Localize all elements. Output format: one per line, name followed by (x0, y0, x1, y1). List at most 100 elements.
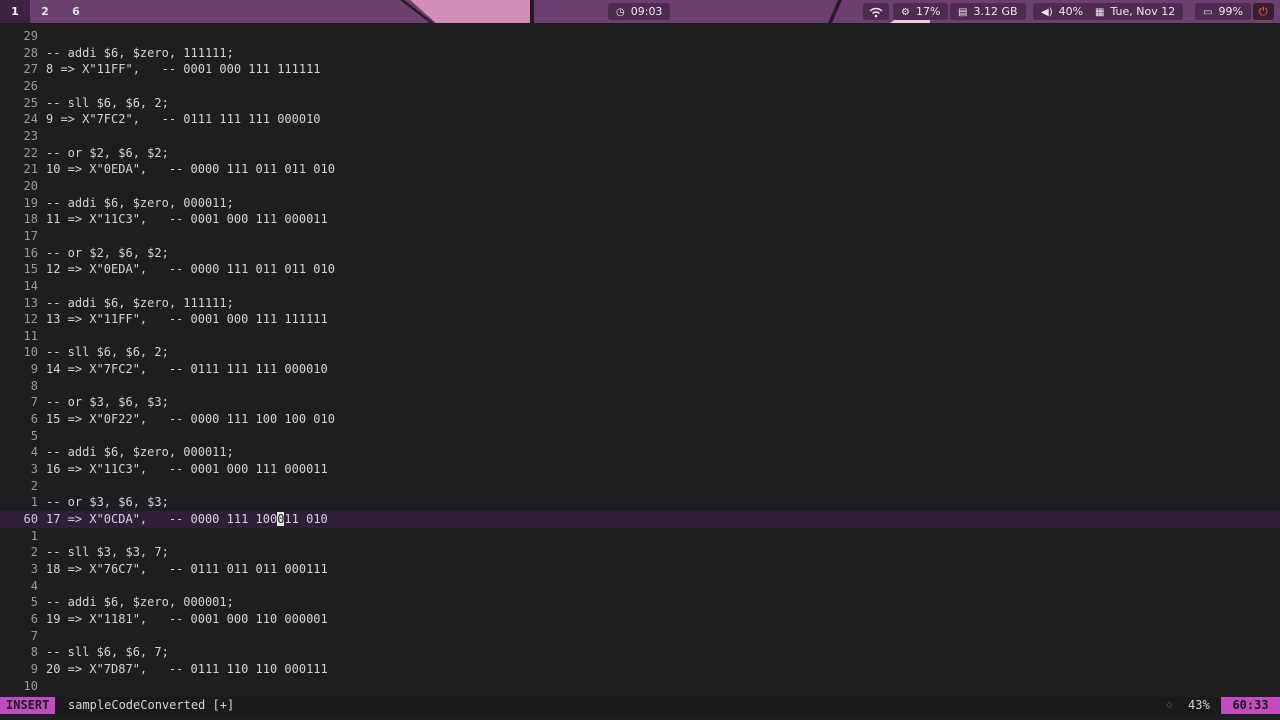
editor-line[interactable]: 8 -- sll $6, $6, 7; (0, 644, 1280, 661)
line-text[interactable]: -- or $3, $6, $3; (46, 394, 169, 411)
editor-line[interactable]: 5 (0, 428, 1280, 445)
power-pill[interactable]: ⏻ (1253, 3, 1274, 20)
code-editor[interactable]: 29 28 -- addi $6, $zero, 111111; 27 8 => X"1… (0, 28, 1280, 695)
editor-line[interactable]: 10 (0, 678, 1280, 695)
editor-line[interactable]: 7 -- or $3, $6, $3; (0, 394, 1280, 411)
editor-line[interactable]: 22 -- or $2, $6, $2; (0, 145, 1280, 162)
editor-line[interactable]: 3 16 => X"11C3", -- 0001 000 111 000011 (0, 461, 1280, 478)
line-text[interactable]: 12 => X"0EDA", -- 0000 111 011 011 010 (46, 261, 335, 278)
command-line[interactable] (0, 714, 1280, 720)
battery-icon: ▭ (1203, 7, 1213, 18)
workspace-1[interactable]: 1 (0, 0, 30, 23)
editor-line[interactable]: 11 (0, 328, 1280, 345)
line-number: 8 (30, 645, 38, 660)
line-text[interactable]: 17 => X"0CDA", -- 0000 111 100011 010 (46, 511, 328, 528)
wifi-pill[interactable] (863, 3, 889, 20)
editor-line[interactable]: 18 11 => X"11C3", -- 0001 000 111 000011 (0, 211, 1280, 228)
editor-line[interactable]: 4 (0, 578, 1280, 595)
clock-pill[interactable]: ◷ 09:03 (608, 3, 671, 20)
editor-line[interactable]: 25 -- sll $6, $6, 2; (0, 95, 1280, 112)
editor-line[interactable]: 1 -- or $3, $6, $3; (0, 494, 1280, 511)
line-text[interactable]: 18 => X"76C7", -- 0111 011 011 000111 (46, 561, 328, 578)
editor-line[interactable]: 28 -- addi $6, $zero, 111111; (0, 45, 1280, 62)
text-after-cursor: 11 010 (284, 512, 328, 527)
editor-line[interactable]: 2 -- sll $3, $3, 7; (0, 544, 1280, 561)
editor-line[interactable]: 9 14 => X"7FC2", -- 0111 111 111 000010 (0, 361, 1280, 378)
line-text[interactable]: -- addi $6, $zero, 000011; (46, 444, 234, 461)
line-text[interactable]: 14 => X"7FC2", -- 0111 111 111 000010 (46, 361, 328, 378)
editor-line[interactable]: 21 10 => X"0EDA", -- 0000 111 011 011 010 (0, 161, 1280, 178)
line-number: 2 (30, 478, 38, 493)
line-text[interactable]: -- addi $6, $zero, 000001; (46, 594, 234, 611)
volume-pill[interactable]: ◀) 40% (1033, 3, 1092, 20)
line-text[interactable]: -- or $2, $6, $2; (46, 245, 169, 262)
line-number: 9 (30, 362, 38, 377)
editor-line[interactable]: 8 (0, 378, 1280, 395)
line-text[interactable]: 8 => X"11FF", -- 0001 000 111 111111 (46, 61, 321, 78)
editor-line[interactable]: 1 (0, 528, 1280, 545)
editor-line[interactable]: 16 -- or $2, $6, $2; (0, 245, 1280, 262)
line-text[interactable]: -- addi $6, $zero, 111111; (46, 295, 234, 312)
workspace-6[interactable]: 6 (61, 0, 91, 23)
editor-line[interactable]: 15 12 => X"0EDA", -- 0000 111 011 011 010 (0, 261, 1280, 278)
editor-line[interactable]: 26 (0, 78, 1280, 95)
memory-pill[interactable]: ▤ 3.12 GB (950, 3, 1026, 20)
battery-pill[interactable]: ▭ 99% (1195, 3, 1251, 20)
line-text[interactable]: 13 => X"11FF", -- 0001 000 111 111111 (46, 311, 328, 328)
cpu-text: 17% (915, 5, 941, 18)
line-text[interactable]: -- addi $6, $zero, 000011; (46, 195, 234, 212)
workspace-2[interactable]: 2 (30, 0, 60, 23)
line-number: 19 (23, 195, 38, 210)
editor-line[interactable]: 9 20 => X"7D87", -- 0111 110 110 000111 (0, 661, 1280, 678)
line-number: 1 (30, 528, 38, 543)
editor-line[interactable]: 4 -- addi $6, $zero, 000011; (0, 444, 1280, 461)
line-text[interactable]: -- or $2, $6, $2; (46, 145, 169, 162)
line-text[interactable]: -- sll $6, $6, 2; (46, 344, 169, 361)
editor-line[interactable]: 20 (0, 178, 1280, 195)
line-number: 11 (23, 328, 38, 343)
editor-line[interactable]: 23 (0, 128, 1280, 145)
editor-line[interactable]: 14 (0, 278, 1280, 295)
line-number: 26 (23, 78, 38, 93)
line-number: 10 (23, 345, 38, 360)
line-text[interactable]: 11 => X"11C3", -- 0001 000 111 000011 (46, 211, 328, 228)
line-text[interactable]: 9 => X"7FC2", -- 0111 111 111 000010 (46, 111, 321, 128)
editor-line[interactable]: 2 (0, 478, 1280, 495)
line-number: 5 (30, 595, 38, 610)
editor-line[interactable]: 6 15 => X"0F22", -- 0000 111 100 100 010 (0, 411, 1280, 428)
date-pill[interactable]: ▦ Tue, Nov 12 (1087, 3, 1184, 20)
editor-line[interactable]: 5 -- addi $6, $zero, 000001; (0, 594, 1280, 611)
battery-text: 99% (1218, 5, 1243, 18)
line-number: 4 (30, 445, 38, 460)
editor-line[interactable]: 17 (0, 228, 1280, 245)
line-text[interactable]: -- sll $6, $6, 7; (46, 644, 169, 661)
editor-line[interactable]: 19 -- addi $6, $zero, 000011; (0, 195, 1280, 212)
editor-line[interactable]: 29 (0, 28, 1280, 45)
editor-line[interactable]: 24 9 => X"7FC2", -- 0111 111 111 000010 (0, 111, 1280, 128)
line-text[interactable]: 15 => X"0F22", -- 0000 111 100 100 010 (46, 411, 335, 428)
line-text[interactable]: -- sll $6, $6, 2; (46, 95, 169, 112)
editor-line-current[interactable]: 60 17 => X"0CDA", -- 0000 111 100011 010 (0, 511, 1280, 528)
editor-line[interactable]: 3 18 => X"76C7", -- 0111 011 011 000111 (0, 561, 1280, 578)
line-text[interactable]: 19 => X"1181", -- 0001 000 110 000001 (46, 611, 328, 628)
line-text[interactable]: -- sll $3, $3, 7; (46, 544, 169, 561)
line-number: 25 (23, 95, 38, 110)
line-number: 7 (30, 395, 38, 410)
editor-line[interactable]: 7 (0, 628, 1280, 645)
cpu-pill[interactable]: ⚙ 17% (893, 3, 949, 20)
volume-text: 40% (1058, 5, 1084, 18)
line-number: 16 (23, 245, 38, 260)
editor-line[interactable]: 13 -- addi $6, $zero, 111111; (0, 295, 1280, 312)
line-text[interactable]: 20 => X"7D87", -- 0111 110 110 000111 (46, 661, 328, 678)
line-number: 2 (30, 545, 38, 560)
line-text[interactable]: -- or $3, $6, $3; (46, 494, 169, 511)
line-text[interactable]: 10 => X"0EDA", -- 0000 111 011 011 010 (46, 161, 335, 178)
line-number: 15 (23, 262, 38, 277)
editor-line[interactable]: 6 19 => X"1181", -- 0001 000 110 000001 (0, 611, 1280, 628)
line-number: 24 (23, 112, 38, 127)
editor-line[interactable]: 27 8 => X"11FF", -- 0001 000 111 111111 (0, 61, 1280, 78)
line-text[interactable]: -- addi $6, $zero, 111111; (46, 45, 234, 62)
line-text[interactable]: 16 => X"11C3", -- 0001 000 111 000011 (46, 461, 328, 478)
editor-line[interactable]: 10 -- sll $6, $6, 2; (0, 344, 1280, 361)
editor-line[interactable]: 12 13 => X"11FF", -- 0001 000 111 111111 (0, 311, 1280, 328)
